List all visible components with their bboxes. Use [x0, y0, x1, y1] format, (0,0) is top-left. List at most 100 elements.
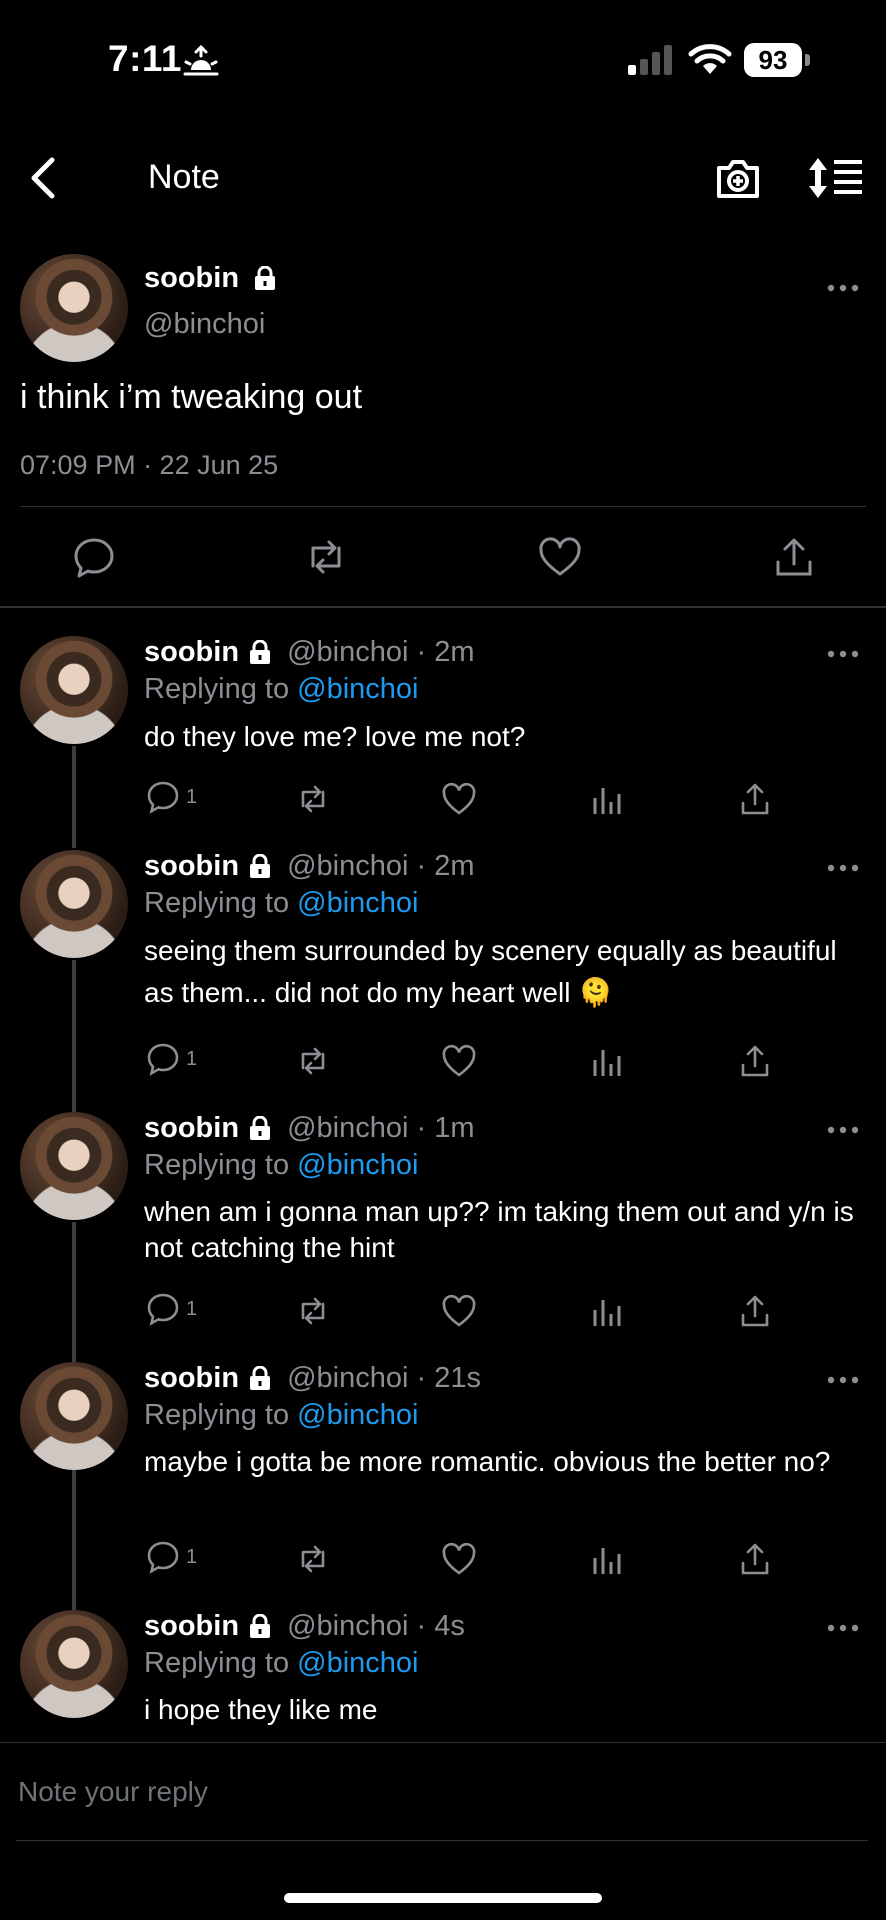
avatar[interactable]	[20, 636, 128, 744]
mention-link[interactable]: @binchoi	[297, 673, 418, 705]
more-options-icon[interactable]	[826, 1375, 860, 1385]
share-icon[interactable]	[738, 782, 772, 816]
handle-time: @binchoi · 2m	[287, 850, 475, 882]
reply-text: when am i gonna man up?? im taking them …	[144, 1196, 854, 1263]
reply-icon	[147, 781, 179, 814]
replying-to-label: Replying to	[144, 887, 298, 919]
replying-to: Replying to @binchoi	[144, 1149, 419, 1182]
author-name: soobin	[144, 1362, 240, 1394]
mention-link[interactable]: @binchoi	[297, 1149, 418, 1181]
more-options-icon[interactable]	[826, 283, 860, 293]
thread-line	[72, 1470, 76, 1610]
replying-to-label: Replying to	[144, 1647, 298, 1679]
lock-icon	[254, 266, 275, 290]
repost-icon[interactable]	[296, 1044, 330, 1078]
status-time: 7:11	[108, 38, 183, 79]
mention-link[interactable]: @binchoi	[297, 1647, 418, 1679]
like-heart-icon[interactable]	[442, 1294, 476, 1328]
replying-to: Replying to @binchoi	[144, 1647, 419, 1680]
mention-link[interactable]: @binchoi	[297, 887, 418, 919]
replying-to-label: Replying to	[144, 673, 298, 705]
sunrise-icon	[183, 44, 219, 76]
reply-icon[interactable]	[72, 536, 116, 578]
lock-icon	[250, 854, 271, 878]
signal-icon	[628, 45, 672, 75]
more-options-icon[interactable]	[826, 1623, 860, 1633]
reply-icon	[147, 1043, 179, 1076]
reply-text: do they love me? love me not?	[144, 721, 526, 752]
views-chart-icon[interactable]	[590, 1044, 624, 1078]
more-options-icon[interactable]	[826, 863, 860, 873]
camera-add-icon[interactable]	[714, 156, 762, 200]
reply-button[interactable]: 1	[146, 780, 197, 814]
thread-line	[72, 746, 76, 848]
share-icon[interactable]	[772, 536, 816, 578]
reply-button[interactable]: 1	[146, 1540, 197, 1574]
avatar[interactable]	[20, 1112, 128, 1220]
lock-icon	[250, 1116, 271, 1140]
more-options-icon[interactable]	[826, 649, 860, 659]
replying-to-label: Replying to	[144, 1149, 298, 1181]
wifi-icon	[688, 44, 732, 74]
replying-to: Replying to @binchoi	[144, 1399, 419, 1432]
home-indicator[interactable]	[284, 1893, 602, 1903]
author-name: soobin	[144, 850, 240, 882]
lock-icon	[250, 1366, 271, 1390]
repost-icon[interactable]	[296, 1294, 330, 1328]
reply-header[interactable]: soobin @binchoi · 2m	[144, 850, 475, 883]
share-icon[interactable]	[738, 1294, 772, 1328]
share-icon[interactable]	[738, 1542, 772, 1576]
reply-text: seeing them surrounded by scenery equall…	[144, 935, 837, 1008]
author-name: soobin	[144, 262, 240, 294]
repost-icon[interactable]	[296, 782, 330, 816]
post-author-name[interactable]: soobin	[144, 262, 276, 295]
like-heart-icon[interactable]	[442, 1044, 476, 1078]
reply-header[interactable]: soobin @binchoi · 2m	[144, 636, 475, 669]
post-text: i think i’m tweaking out	[20, 378, 363, 416]
share-icon[interactable]	[738, 1044, 772, 1078]
handle-time: @binchoi · 4s	[287, 1610, 465, 1642]
reply-header[interactable]: soobin @binchoi · 1m	[144, 1112, 475, 1145]
replying-to: Replying to @binchoi	[144, 887, 419, 920]
avatar[interactable]	[20, 1610, 128, 1718]
like-heart-icon[interactable]	[538, 536, 582, 578]
reply-count: 1	[186, 1047, 198, 1070]
reply-button[interactable]: 1	[146, 1292, 197, 1326]
battery-indicator: 93	[744, 43, 810, 77]
reply-count: 1	[186, 785, 198, 808]
repost-icon[interactable]	[304, 536, 348, 578]
views-chart-icon[interactable]	[590, 1542, 624, 1576]
lock-icon	[250, 1614, 271, 1638]
reply-button[interactable]: 1	[146, 1042, 197, 1076]
avatar[interactable]	[20, 254, 128, 362]
reply-icon	[147, 1541, 179, 1574]
reply-count: 1	[186, 1545, 198, 1568]
like-heart-icon[interactable]	[442, 782, 476, 816]
handle-time: @binchoi · 1m	[287, 1112, 475, 1144]
replying-to-label: Replying to	[144, 1399, 298, 1431]
back-chevron-icon[interactable]	[26, 156, 60, 200]
thread-line	[72, 960, 76, 1112]
views-chart-icon[interactable]	[590, 782, 624, 816]
reply-count: 1	[186, 1297, 198, 1320]
reply-header[interactable]: soobin @binchoi · 4s	[144, 1610, 465, 1643]
author-handle[interactable]: @binchoi	[144, 308, 265, 341]
avatar[interactable]	[20, 1362, 128, 1470]
reply-icon	[147, 1293, 179, 1326]
reply-text: maybe i gotta be more romantic. obvious …	[144, 1446, 831, 1477]
battery-level: 93	[744, 43, 802, 77]
divider	[0, 1742, 886, 1743]
lock-icon	[250, 640, 271, 664]
mention-link[interactable]: @binchoi	[297, 1399, 418, 1431]
reply-composer-input[interactable]: Note your reply	[18, 1776, 208, 1808]
reply-header[interactable]: soobin @binchoi · 21s	[144, 1362, 481, 1395]
more-options-icon[interactable]	[826, 1125, 860, 1135]
divider	[20, 506, 866, 507]
repost-icon[interactable]	[296, 1542, 330, 1576]
avatar[interactable]	[20, 850, 128, 958]
thread-line	[72, 1222, 76, 1362]
handle-time: @binchoi · 2m	[287, 636, 475, 668]
views-chart-icon[interactable]	[590, 1294, 624, 1328]
like-heart-icon[interactable]	[442, 1542, 476, 1576]
sort-thread-icon[interactable]	[808, 156, 864, 200]
